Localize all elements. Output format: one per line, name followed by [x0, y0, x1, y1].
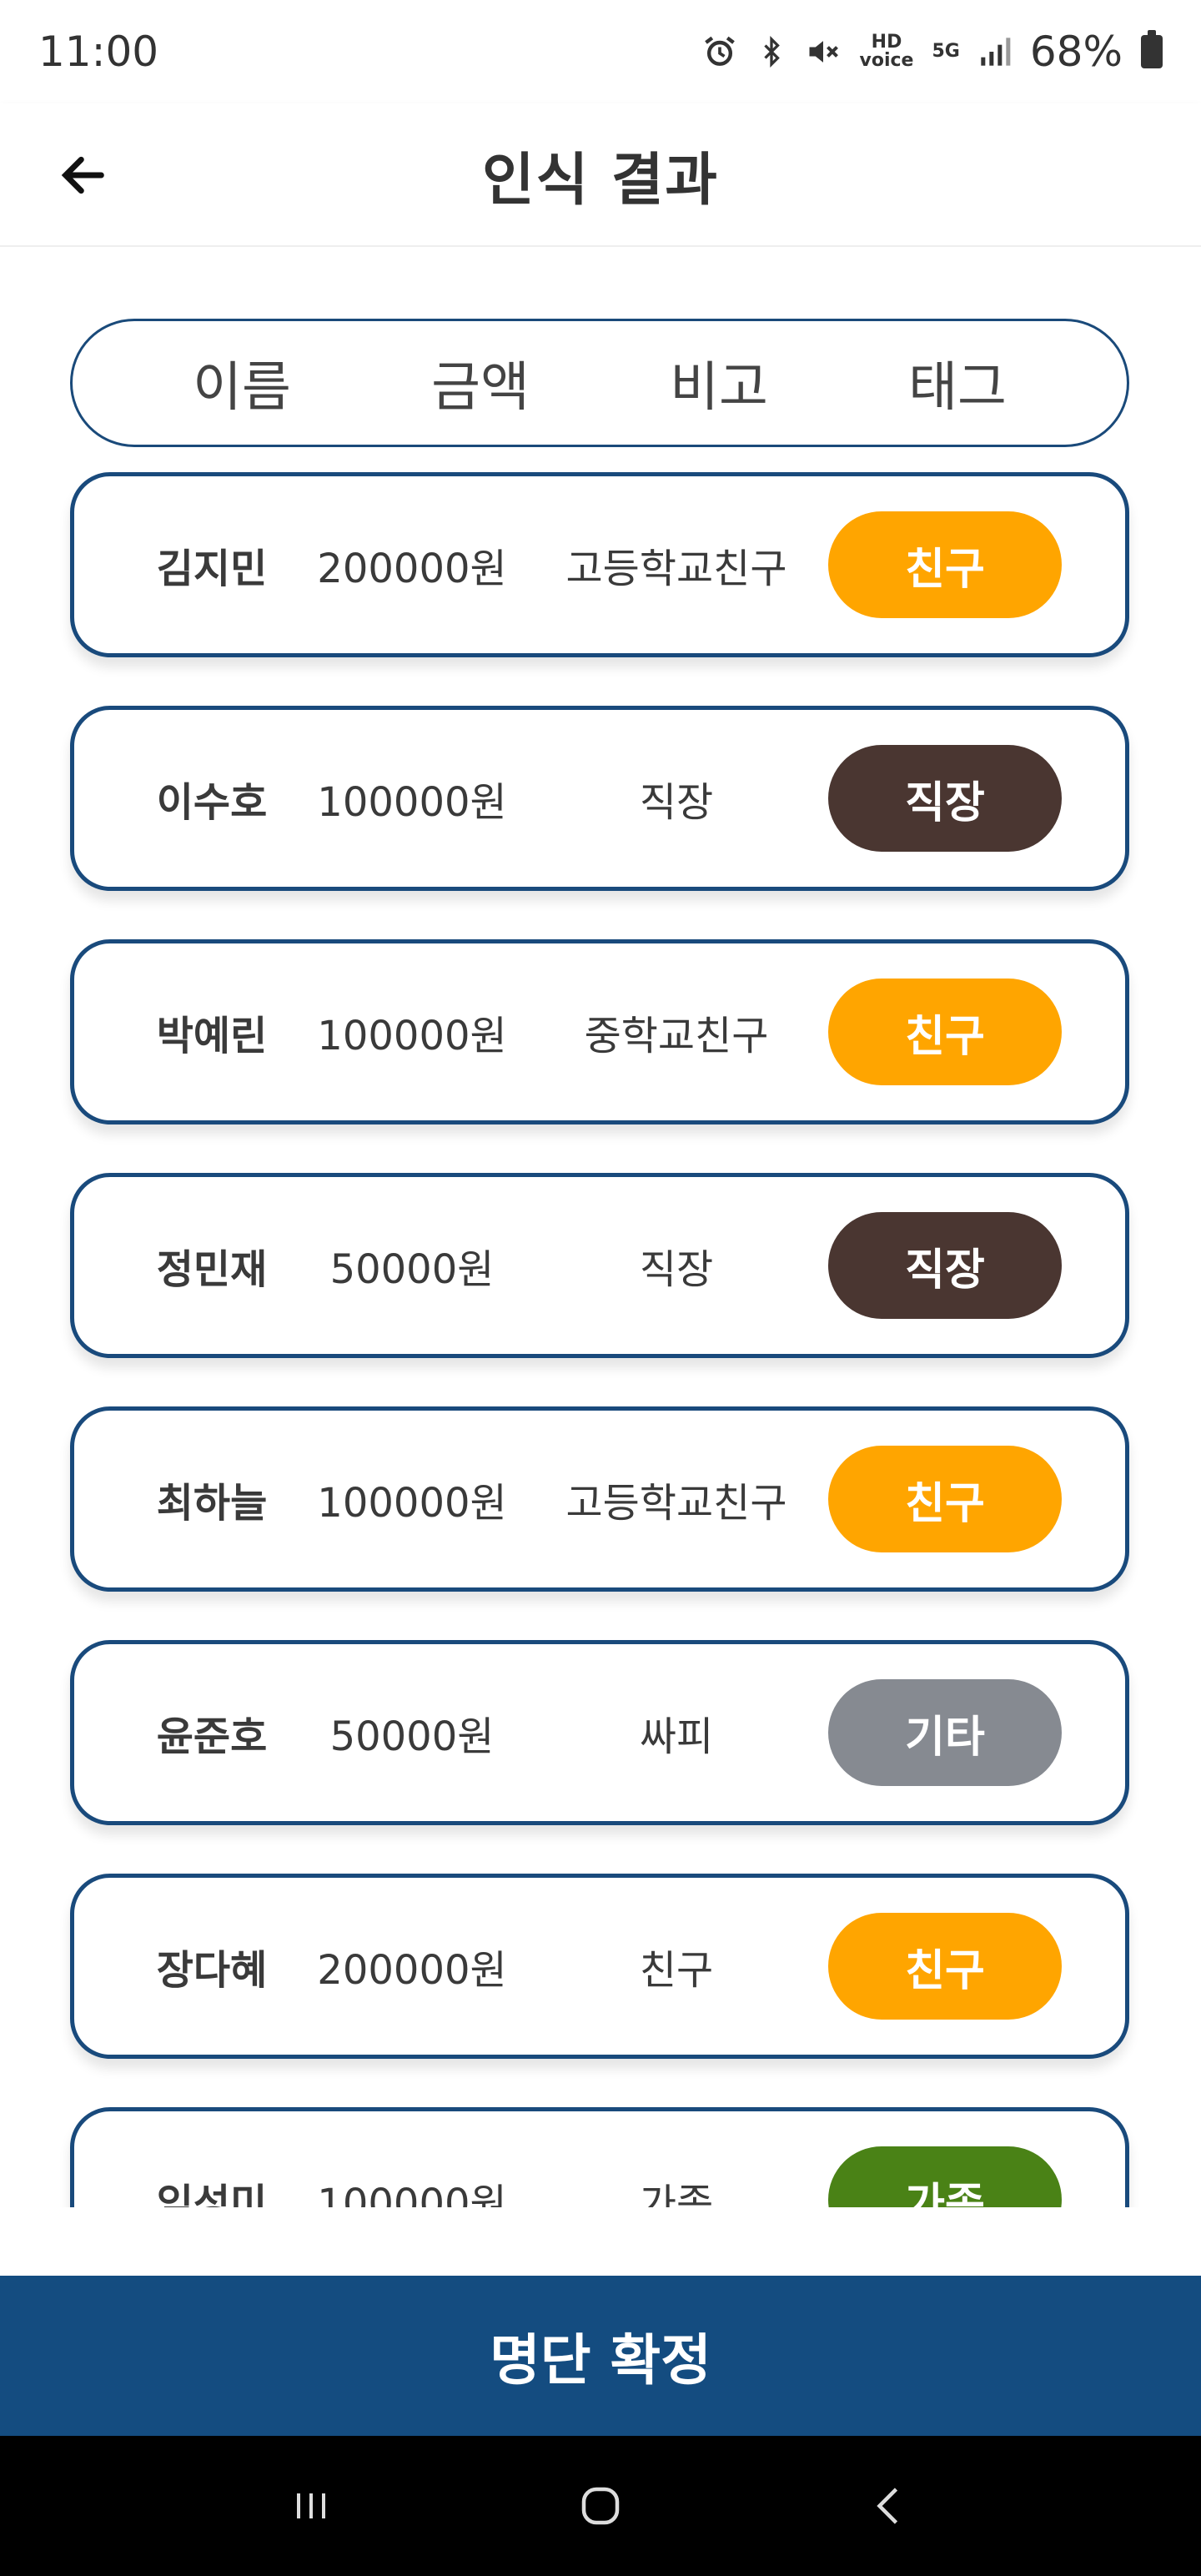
column-amount: 금액: [431, 357, 530, 419]
bluetooth-icon: [763, 36, 780, 68]
column-name: 이름: [193, 357, 291, 419]
row-amount: 200000원: [317, 546, 507, 592]
column-header: 이름 금액 비고 태그: [70, 319, 1129, 447]
mute-icon: [809, 41, 838, 63]
row-name: 윤준호: [156, 1713, 268, 1760]
row-name: 장다혜: [156, 1947, 268, 1994]
tag-button[interactable]: 가족: [828, 2146, 1062, 2207]
row-name: 이수호: [156, 779, 268, 826]
row-amount: 100000원: [317, 1480, 507, 1527]
back-button[interactable]: [43, 135, 123, 215]
back-nav-button[interactable]: [840, 2456, 940, 2556]
status-icons: HD voice 5G 68%: [701, 28, 1163, 76]
tag-button[interactable]: 기타: [828, 1679, 1062, 1786]
row-name: 김지민: [156, 546, 268, 592]
row-amount: 100000원: [317, 1013, 507, 1059]
signal-icon: [981, 38, 1011, 66]
result-row[interactable]: 최하늘 100000원 고등학교친구 친구: [70, 1406, 1129, 1592]
result-row[interactable]: 장다혜 200000원 친구 친구: [70, 1874, 1129, 2059]
result-row[interactable]: 박예린 100000원 중학교친구 친구: [70, 939, 1129, 1124]
row-note: 직장: [639, 1246, 714, 1293]
row-note: 중학교친구: [584, 1013, 769, 1059]
home-button[interactable]: [550, 2456, 651, 2556]
tag-button[interactable]: 친구: [828, 511, 1062, 618]
row-name: 임성미: [156, 2181, 268, 2207]
recents-icon: [297, 2493, 326, 2518]
tag-button[interactable]: 직장: [828, 1212, 1062, 1319]
column-tag: 태그: [908, 357, 1007, 419]
tag-button[interactable]: 친구: [828, 979, 1062, 1085]
row-note: 가족: [639, 2181, 714, 2207]
tag-button[interactable]: 직장: [828, 745, 1062, 852]
result-row[interactable]: 정민재 50000원 직장 직장: [70, 1173, 1129, 1358]
row-note: 싸피: [639, 1713, 714, 1760]
5g-icon: 5G: [932, 41, 960, 62]
battery-percent: 68%: [1029, 28, 1123, 76]
page-title: 인식 결과: [482, 147, 719, 214]
row-note: 직장: [639, 779, 714, 826]
result-row[interactable]: 이수호 100000원 직장 직장: [70, 706, 1129, 891]
home-icon: [581, 2487, 620, 2525]
app-bar: 인식 결과: [0, 103, 1201, 247]
result-row[interactable]: 임성미 100000원 가족 가족: [70, 2107, 1129, 2207]
row-amount: 50000원: [329, 1713, 495, 1760]
system-nav-bar: [0, 2436, 1201, 2576]
result-row[interactable]: 김지민 200000원 고등학교친구 친구: [70, 472, 1129, 657]
arrow-left-icon: [61, 156, 104, 194]
row-note: 고등학교친구: [565, 1480, 787, 1527]
row-name: 최하늘: [156, 1480, 268, 1527]
tag-button[interactable]: 친구: [828, 1913, 1062, 2020]
status-bar: 11:00 HD voice 5G 68%: [0, 0, 1201, 103]
row-note: 고등학교친구: [565, 546, 787, 592]
row-amount: 100000원: [317, 2181, 507, 2207]
status-time: 11:00: [38, 28, 159, 76]
hd-voice-icon: HD voice: [859, 32, 914, 71]
column-note: 비고: [670, 357, 768, 419]
result-row[interactable]: 윤준호 50000원 싸피 기타: [70, 1640, 1129, 1825]
row-name: 박예린: [156, 1013, 268, 1059]
confirm-list-button[interactable]: 명단 확정: [0, 2276, 1201, 2436]
result-list[interactable]: 이름 금액 비고 태그 김지민 200000원 고등학교친구 친구 이수호 10…: [0, 247, 1201, 2207]
row-note: 친구: [639, 1947, 714, 1994]
row-amount: 200000원: [317, 1947, 507, 1994]
row-name: 정민재: [156, 1246, 268, 1293]
row-amount: 100000원: [317, 779, 507, 826]
tag-button[interactable]: 친구: [828, 1446, 1062, 1552]
battery-icon: [1141, 30, 1163, 68]
recents-button[interactable]: [261, 2456, 361, 2556]
alarm-icon: [704, 36, 735, 66]
row-amount: 50000원: [329, 1246, 495, 1293]
back-icon: [876, 2488, 897, 2524]
